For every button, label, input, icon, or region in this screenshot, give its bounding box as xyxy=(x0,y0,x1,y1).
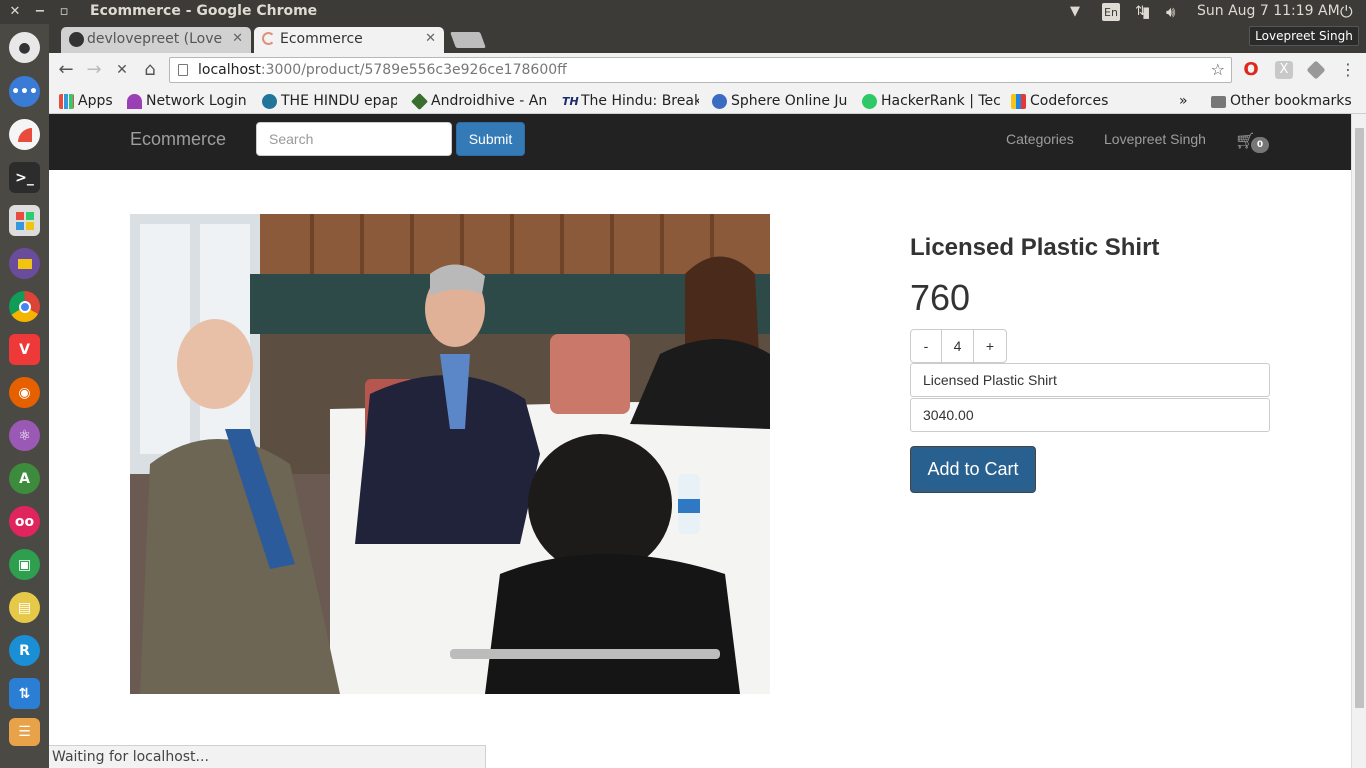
site-navbar: Ecommerce Submit Categories Lovepreet Si… xyxy=(49,114,1351,170)
new-tab-button[interactable] xyxy=(450,32,486,48)
vivaldi-icon[interactable]: V xyxy=(9,334,40,365)
apps-grid-icon xyxy=(59,94,74,109)
quantity-value: 4 xyxy=(942,329,973,363)
tab-close-icon[interactable]: ✕ xyxy=(232,27,243,51)
add-to-cart-button[interactable]: Add to Cart xyxy=(910,446,1036,493)
files-icon[interactable] xyxy=(9,248,40,279)
url-host: localhost xyxy=(198,62,261,78)
nav-categories-link[interactable]: Categories xyxy=(1006,131,1074,147)
product-price: 760 xyxy=(910,277,971,318)
bookmark-codeforces[interactable]: Codeforces xyxy=(1009,91,1119,111)
cart-link[interactable]: 🛒︎ 0 xyxy=(1235,131,1275,155)
bookmark-star-icon[interactable]: ☆ xyxy=(1211,58,1225,82)
x-extension-icon[interactable]: X xyxy=(1275,61,1293,79)
tab-title: Ecommerce xyxy=(280,31,363,47)
bookmark-apps[interactable]: Apps xyxy=(57,91,117,111)
clock[interactable]: Sun Aug 7 11:19 AM xyxy=(1197,3,1340,19)
terminal-icon[interactable]: >_ xyxy=(9,162,40,193)
product-name-field[interactable]: Licensed Plastic Shirt xyxy=(910,363,1270,397)
atom-icon[interactable]: ⚛ xyxy=(9,420,40,451)
tab-ecommerce[interactable]: Ecommerce ✕ xyxy=(254,27,444,53)
bookmarks-bar: Apps Network Login THE HINDU epap Androi… xyxy=(49,87,1366,114)
status-bubble: Waiting for localhost... xyxy=(49,745,486,768)
wordpress-icon xyxy=(262,94,277,109)
bookmark-network-login[interactable]: Network Login xyxy=(125,91,255,111)
window-maximize-icon[interactable]: ▫ xyxy=(55,3,73,21)
loading-spinner-icon xyxy=(262,32,275,45)
transmission-icon[interactable]: ⇅ xyxy=(9,678,40,709)
more-apps-icon[interactable]: ☰ xyxy=(9,718,40,746)
scrollbar-thumb[interactable] xyxy=(1355,128,1364,708)
browser-toolbar: ← → ✕ ⌂ localhost:3000/product/5789e556c… xyxy=(49,53,1366,87)
tab-strip: devlovepreet (Love ✕ Ecommerce ✕ xyxy=(49,24,1366,53)
total-price-field[interactable]: 3040.00 xyxy=(910,398,1270,432)
wifi-icon[interactable]: ▼ xyxy=(1070,3,1080,21)
product-title: Licensed Plastic Shirt xyxy=(910,234,1160,261)
archive-manager-icon[interactable]: ▤ xyxy=(9,592,40,623)
cube-extension-icon[interactable] xyxy=(1306,60,1326,80)
back-arrow-icon[interactable]: ← xyxy=(55,59,77,81)
address-bar[interactable]: localhost:3000/product/5789e556c3e926ce1… xyxy=(169,57,1232,83)
product-photo xyxy=(130,214,770,694)
decrease-quantity-button[interactable]: - xyxy=(910,329,942,363)
github-icon xyxy=(69,32,84,47)
browser-window: devlovepreet (Love ✕ Ecommerce ✕ ← → ✕ ⌂… xyxy=(49,24,1366,768)
page-scrollbar[interactable] xyxy=(1351,114,1366,768)
app-launcher: ● ••• >_ V ◉ ⚛ A oo ▣ ▤ R ⇅ ☰ xyxy=(0,24,49,768)
sphere-icon xyxy=(712,94,727,109)
androidhive-icon xyxy=(411,93,428,110)
site-brand[interactable]: Ecommerce xyxy=(130,129,226,150)
bookmark-androidhive[interactable]: Androidhive - An xyxy=(410,91,548,111)
firefox-icon[interactable]: ◉ xyxy=(9,377,40,408)
home-icon[interactable]: ⌂ xyxy=(139,59,161,81)
user-tooltip: Lovepreet Singh xyxy=(1249,26,1359,46)
tab-title: devlovepreet (Love xyxy=(87,31,223,47)
bookmark-hackerrank[interactable]: HackerRank | Tec xyxy=(860,91,1000,111)
opera-extension-icon[interactable]: O xyxy=(1242,61,1260,79)
stop-loading-icon[interactable]: ✕ xyxy=(111,59,133,81)
url-path: :3000/product/5789e556c3e926ce178600ff xyxy=(260,62,567,78)
page-viewport: Ecommerce Submit Categories Lovepreet Si… xyxy=(49,114,1351,768)
tab-github[interactable]: devlovepreet (Love ✕ xyxy=(61,27,251,53)
software-center-icon[interactable] xyxy=(9,205,40,236)
forward-arrow-icon[interactable]: → xyxy=(83,59,105,81)
chrome-icon[interactable] xyxy=(9,291,40,322)
codeforces-icon xyxy=(1011,94,1026,109)
hackerrank-icon xyxy=(862,94,877,109)
volume-icon[interactable]: 🔊︎ xyxy=(1166,3,1175,21)
nav-user-link[interactable]: Lovepreet Singh xyxy=(1104,131,1206,147)
quantity-stepper: - 4 + xyxy=(910,329,1007,363)
power-gear-icon[interactable]: ⏻ xyxy=(1340,3,1353,21)
flickr-icon[interactable]: oo xyxy=(9,506,40,537)
umbrella-icon xyxy=(127,94,142,109)
increase-quantity-button[interactable]: + xyxy=(973,329,1007,363)
product-image xyxy=(130,214,770,694)
battery-icon[interactable]: ▮ xyxy=(1142,3,1150,21)
window-minimize-icon[interactable]: − xyxy=(31,3,49,21)
bookmarks-overflow-chevron[interactable]: » xyxy=(1173,91,1197,111)
tab-close-icon[interactable]: ✕ xyxy=(425,27,436,51)
search-input[interactable] xyxy=(256,122,452,156)
messaging-app-icon[interactable]: ••• xyxy=(9,76,40,107)
folder-icon xyxy=(1211,96,1226,108)
window-title: Ecommerce - Google Chrome xyxy=(90,3,318,19)
cart-count-badge: 0 xyxy=(1251,137,1269,153)
page-info-icon[interactable] xyxy=(178,64,188,76)
keyboard-layout-indicator[interactable]: En xyxy=(1102,3,1120,21)
the-hindu-icon: TH xyxy=(562,95,579,108)
system-top-panel: ✕ − ▫ Ecommerce - Google Chrome ▼ En ⇅ ▮… xyxy=(0,0,1366,24)
other-bookmarks-folder[interactable]: Other bookmarks xyxy=(1209,91,1359,111)
chrome-menu-icon[interactable]: ⋮ xyxy=(1337,59,1359,81)
bookmark-the-hindu-breaking[interactable]: TH The Hindu: Break xyxy=(560,91,699,111)
android-studio-icon[interactable]: A xyxy=(9,463,40,494)
apple-logo-icon[interactable]: ● xyxy=(9,32,40,63)
android-app-icon[interactable]: ▣ xyxy=(9,549,40,580)
pie-app-icon[interactable] xyxy=(9,119,40,150)
bookmark-the-hindu-epaper[interactable]: THE HINDU epap xyxy=(260,91,397,111)
r-app-icon[interactable]: R xyxy=(9,635,40,666)
window-close-icon[interactable]: ✕ xyxy=(6,3,24,21)
bookmark-sphere-online-judge[interactable]: Sphere Online Ju xyxy=(710,91,849,111)
search-submit-button[interactable]: Submit xyxy=(456,122,525,156)
